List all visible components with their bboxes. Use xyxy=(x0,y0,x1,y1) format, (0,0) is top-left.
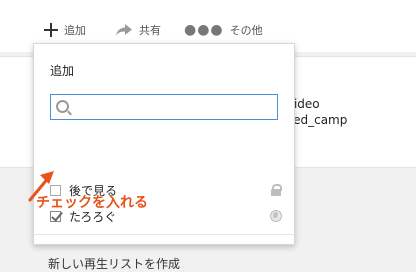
annotation-text: チェックを入れる xyxy=(36,195,148,211)
create-new-playlist-link[interactable]: 新しい再生リストを作成 xyxy=(48,255,180,272)
